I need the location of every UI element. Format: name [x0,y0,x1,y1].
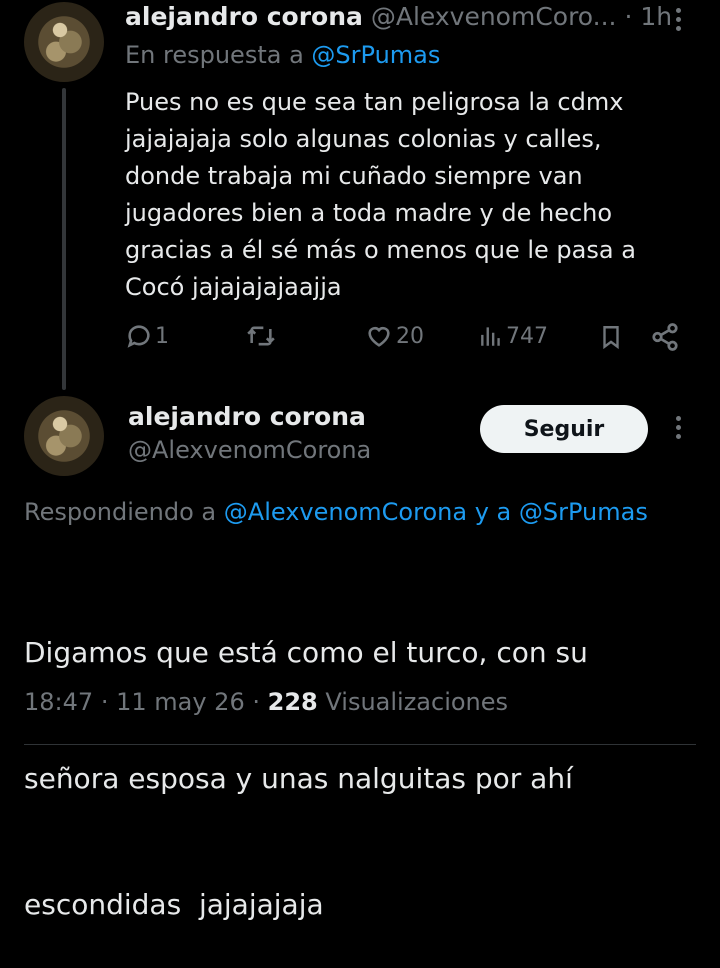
tweet-time[interactable]: 18:47 [24,688,93,716]
views-number: 228 [267,688,318,716]
separator: · [252,688,260,716]
follow-button[interactable]: Seguir [480,405,648,453]
author-name[interactable]: alejandro corona [125,2,363,31]
replying-prefix: En respuesta a [125,41,304,69]
tweet-date[interactable]: 11 may 26 [116,688,245,716]
text-line: Pues no es que sea tan peligrosa la cdmx [125,88,624,116]
reply-count: 1 [155,323,169,349]
reply-icon [127,325,150,348]
thread-line [62,88,66,390]
replying-to-link[interactable]: @SrPumas [311,41,440,69]
replying-to: Respondiendo a @AlexvenomCorona y a @SrP… [24,498,648,526]
views-count: 747 [506,323,548,349]
reply-text: Pues no es que sea tan peligrosa la cdmx… [125,84,636,306]
views-label: Visualizaciones [325,688,509,716]
avatar[interactable] [24,2,104,82]
text-line: Cocó jajajajajaajja [125,273,342,301]
retweet-button[interactable] [245,322,277,350]
author-name[interactable]: alejandro corona [128,402,366,431]
reply-header: alejandro corona @AlexvenomCoro... · 1h [125,2,672,31]
text-line: señora esposa y unas nalguitas por ahí [24,762,573,795]
like-icon [368,326,390,347]
tweet-time[interactable]: · 1h [624,2,672,31]
replying-prefix: Respondiendo a [24,498,217,526]
text-line: donde trabaja mi cuñado siempre van [125,162,583,190]
views-icon [481,327,500,346]
share-button[interactable] [650,322,680,352]
author-handle[interactable]: @AlexvenomCoro... [371,2,617,31]
text-line: jugadores bien a toda madre y de hecho [125,199,613,227]
more-icon[interactable] [676,8,681,31]
share-icon [652,323,678,351]
avatar[interactable] [24,396,104,476]
like-button[interactable]: 20 [364,322,424,350]
separator: · [100,688,109,716]
tweet-text: Digamos que está como el turco, con su s… [24,548,588,968]
like-count: 20 [396,323,424,349]
replying-to-link[interactable]: @SrPumas [519,498,648,526]
author-handle[interactable]: @AlexvenomCorona [128,436,371,464]
text-line: gracias a él sé más o menos que le pasa … [125,236,636,264]
replying-joiner: y a [474,498,512,526]
text-line: Digamos que está como el turco, con su [24,636,588,669]
text-line: escondidas jajajajaja [24,888,324,921]
divider [24,744,696,745]
replying-to-link[interactable]: @AlexvenomCorona [224,498,467,526]
bookmark-icon [603,326,619,350]
bookmark-button[interactable] [598,322,624,352]
views-button[interactable]: 747 [478,322,548,350]
retweet-icon [247,326,275,346]
reply-button[interactable]: 1 [125,322,169,350]
tweet-meta: 18:47 · 11 may 26 · 228 Visualizaciones [24,688,508,716]
replying-to: En respuesta a @SrPumas [125,41,440,69]
more-icon[interactable] [676,416,681,439]
text-line: jajajajaja solo algunas colonias y calle… [125,125,602,153]
